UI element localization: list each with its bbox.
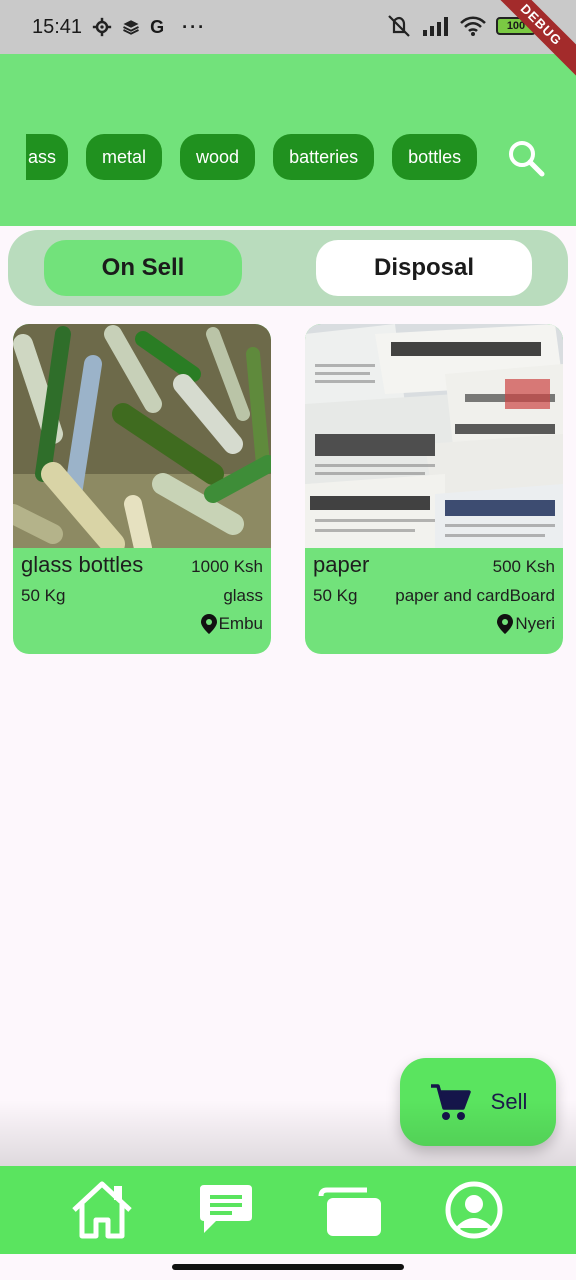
home-indicator[interactable]: [172, 1264, 404, 1270]
listing-category: glass: [223, 586, 263, 605]
status-system-icons: 100: [386, 14, 536, 38]
home-icon: [72, 1181, 132, 1239]
profile-icon: [445, 1181, 503, 1239]
status-notification-icons: G ···: [92, 17, 206, 38]
category-chip[interactable]: batteries: [273, 134, 375, 180]
nav-home[interactable]: [69, 1177, 135, 1243]
more-icon: ···: [182, 16, 207, 37]
listing-price: 500 Ksh: [492, 557, 555, 576]
glass-bottles-photo: [13, 324, 271, 548]
wifi-icon: [460, 16, 486, 36]
status-bar: 15:41 G ··· 100 DEBUG: [0, 0, 576, 79]
status-time: 15:41: [32, 15, 83, 38]
search-icon[interactable]: [506, 138, 546, 178]
chat-icon: [200, 1185, 252, 1233]
location-pin-icon: [497, 614, 514, 634]
listing-location: Nyeri: [515, 614, 555, 633]
listing-location: Embu: [218, 614, 263, 633]
category-chip[interactable]: ass: [26, 134, 69, 180]
category-chip[interactable]: metal: [86, 134, 163, 180]
gear-icon: [92, 17, 112, 37]
nav-profile[interactable]: [441, 1177, 507, 1243]
category-chip[interactable]: bottles: [392, 134, 478, 180]
category-chip[interactable]: wood: [180, 134, 256, 180]
on-sell-tab[interactable]: On Sell: [44, 240, 242, 296]
layers-icon: [123, 20, 139, 35]
listing-card[interactable]: paper 500 Ksh 50 Kg paper and cardBoard …: [305, 324, 563, 654]
category-header: ass metal wood batteries bottles: [0, 54, 576, 226]
disposal-tab[interactable]: Disposal: [316, 240, 532, 296]
nav-cards[interactable]: [317, 1177, 383, 1243]
listing-weight: 50 Kg: [313, 586, 358, 605]
listing-weight: 50 Kg: [21, 586, 66, 605]
newspapers-photo: [305, 324, 563, 548]
category-chip-list[interactable]: ass metal wood batteries bottles: [26, 134, 496, 180]
location-pin-icon: [200, 614, 217, 634]
listing-title: paper: [313, 552, 370, 577]
listing-title: glass bottles: [21, 552, 144, 577]
listing-card[interactable]: glass bottles 1000 Ksh 50 Kg glass Embu: [13, 324, 271, 654]
google-icon: G: [150, 16, 165, 37]
bottom-shadow: [0, 1100, 576, 1166]
mute-icon: [388, 15, 410, 37]
listing-category: paper and cardBoard: [395, 586, 555, 605]
signal-icon: [423, 17, 448, 36]
bottom-nav: [0, 1166, 576, 1254]
nav-chat[interactable]: [193, 1177, 259, 1243]
listing-price: 1000 Ksh: [191, 557, 263, 576]
sell-disposal-toggle: On Sell Disposal: [8, 230, 568, 306]
cards-icon: [318, 1187, 381, 1236]
